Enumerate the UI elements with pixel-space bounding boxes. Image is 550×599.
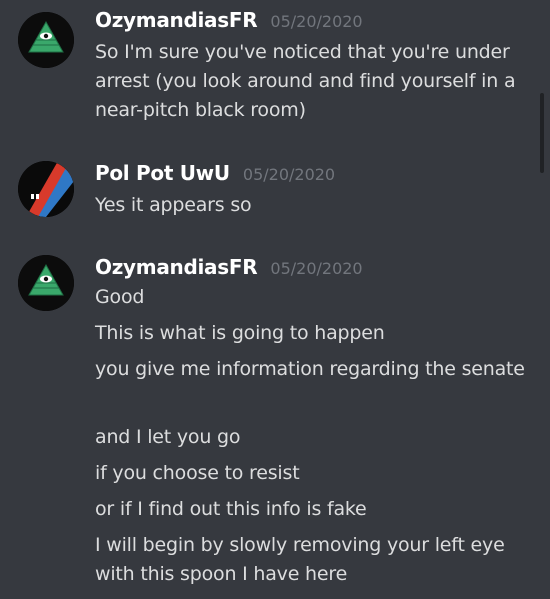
username[interactable]: OzymandiasFR: [95, 8, 258, 32]
timestamp: 05/20/2020: [270, 12, 363, 31]
avatar[interactable]: [18, 12, 74, 68]
message-text: This is what is going to happen: [95, 322, 385, 344]
username[interactable]: Pol Pot UwU: [95, 161, 230, 185]
message-text: So I'm sure you've noticed that you're u…: [95, 41, 516, 121]
red-blue-diagonal-avatar-icon: [18, 161, 74, 217]
scrollbar-thumb[interactable]: [540, 93, 544, 173]
message-text: Good: [95, 286, 145, 308]
message-header: Pol Pot UwU 05/20/2020: [95, 161, 335, 185]
avatar[interactable]: [18, 255, 74, 311]
message-text: I will begin by slowly removing your lef…: [95, 534, 505, 585]
message-text: if you choose to resist: [95, 462, 300, 484]
timestamp: 05/20/2020: [242, 165, 336, 184]
timestamp: 05/20/2020: [270, 259, 363, 278]
illuminati-eye-icon: [18, 255, 74, 311]
chat-message-list[interactable]: OzymandiasFR 05/20/2020 So I'm sure you'…: [0, 0, 550, 599]
message-text: Yes it appears so: [95, 194, 252, 216]
message-header: OzymandiasFR 05/20/2020: [95, 8, 363, 32]
message-header: OzymandiasFR 05/20/2020: [95, 255, 363, 279]
username[interactable]: OzymandiasFR: [95, 255, 258, 279]
message-text: and I let you go: [95, 426, 241, 448]
avatar[interactable]: [18, 161, 74, 217]
message-text: or if I find out this info is fake: [95, 498, 367, 520]
message-text: you give me information regarding the se…: [95, 358, 525, 380]
illuminati-eye-icon: [18, 12, 74, 68]
